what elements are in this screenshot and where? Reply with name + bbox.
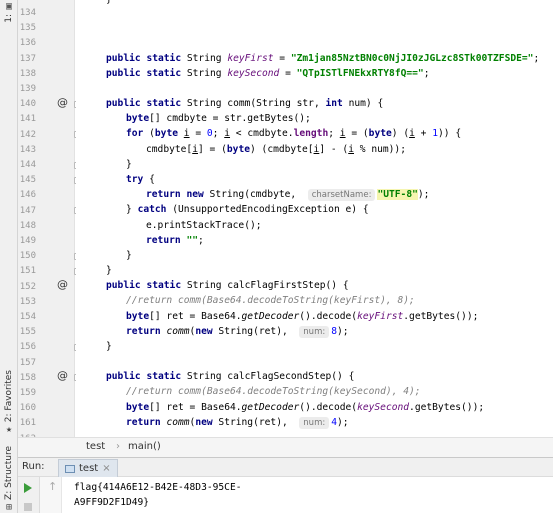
line-number: 152	[19, 281, 36, 292]
line-number: 150	[19, 251, 36, 262]
param-hint: num:	[299, 417, 330, 429]
breadcrumb-separator: ›	[116, 441, 120, 452]
line-number: 158	[19, 372, 36, 383]
code-line-151: }	[106, 265, 112, 276]
line-number: 145	[19, 175, 36, 186]
run-tool-window-header: Run: test ×	[18, 457, 553, 477]
code-line-141: byte[] cmdbyte = str.getBytes();	[126, 113, 311, 124]
structure-tool-tab[interactable]: Z: Structure ⊞	[0, 446, 18, 513]
line-number: 161	[19, 418, 36, 429]
line-number: 159	[19, 388, 36, 398]
line-number: 138	[19, 68, 36, 79]
code-line-150: }	[126, 250, 132, 261]
line-number: 149	[19, 236, 36, 246]
star-icon: ★	[5, 424, 13, 436]
code-line-155: return comm(new String(ret), num: 8);	[126, 326, 349, 338]
code-line-143: cmdbyte[i] = (byte) (cmdbyte[i] - (i % n…	[146, 144, 406, 155]
line-number: 147	[19, 205, 36, 216]
console-line: A9FF9D2F1D49}	[74, 497, 150, 508]
line-number: 143	[19, 144, 36, 155]
breadcrumb-method[interactable]: main()	[128, 441, 161, 452]
code-line-156: }	[106, 341, 112, 352]
code-line-133: }	[106, 0, 112, 7]
code-line-145: try {	[126, 174, 155, 185]
run-label: Run:	[22, 461, 45, 472]
line-number: 139	[19, 84, 36, 94]
line-number: 141	[19, 114, 36, 125]
structure-icon: ⊞	[5, 501, 13, 513]
code-line-161: return comm(new String(ret), num: 4);	[126, 417, 349, 429]
run-tab-label: test	[79, 463, 99, 474]
run-config-icon	[65, 464, 75, 473]
code-line-140: public static String comm(String str, in…	[106, 98, 384, 109]
line-number: 157	[19, 357, 36, 368]
code-line-137: public static String keyFirst = "Zm1jan8…	[106, 53, 540, 64]
structure-tab-label: Z: Structure	[4, 446, 14, 500]
code-editor[interactable]: } public static String keyFirst = "Zm1ja…	[76, 0, 553, 437]
code-line-142: for (byte i = 0; i < cmdbyte.length; i =…	[126, 128, 462, 139]
line-number: 156	[19, 342, 36, 353]
breadcrumb: test › main()	[18, 437, 553, 457]
code-line-138: public static String keySecond = "QTpIST…	[106, 68, 430, 79]
console-line: flag{414A6E12-B42E-48D3-95CE-	[74, 482, 242, 493]
code-line-154: byte[] ret = Base64.getDecoder().decode(…	[126, 311, 479, 322]
project-tool-tab[interactable]: ▣ 1:	[0, 2, 18, 23]
line-number: 144	[19, 160, 36, 170]
code-line-152: public static String calcFlagFirstStep()…	[106, 280, 349, 291]
override-annotation-icon[interactable]: @	[57, 369, 68, 382]
scroll-up-icon[interactable]: ↑	[48, 480, 57, 493]
line-number: 134	[19, 8, 36, 18]
line-number: 137	[19, 53, 36, 64]
project-icon: ▣	[5, 1, 13, 12]
line-number: 154	[19, 312, 36, 322]
code-line-160: byte[] ret = Base64.getDecoder().decode(…	[126, 402, 485, 413]
stop-icon[interactable]	[24, 503, 32, 511]
code-line-158: public static String calcFlagSecondStep(…	[106, 371, 355, 382]
code-line-149: return "";	[146, 235, 204, 246]
param-hint: charsetName:	[307, 189, 376, 201]
line-number: 151	[19, 266, 36, 277]
line-number: 148	[19, 220, 36, 231]
rerun-icon[interactable]	[24, 483, 32, 493]
code-line-159: //return comm(Base64.decodeToString(keyS…	[126, 386, 421, 397]
line-number: 142	[19, 129, 36, 140]
breadcrumb-class[interactable]: test	[86, 441, 105, 452]
console-output[interactable]: flag{414A6E12-B42E-48D3-95CE- A9FF9D2F1D…	[62, 477, 553, 513]
line-number: 135	[19, 23, 36, 34]
run-config-tab[interactable]: test ×	[58, 459, 118, 477]
line-number: 160	[19, 403, 36, 414]
override-annotation-icon[interactable]: @	[57, 96, 68, 109]
line-number: 140	[19, 99, 36, 110]
run-toolbar	[18, 477, 40, 513]
left-tool-strip: ▣ 1: 2: Favorites ★ Z: Structure ⊞	[0, 0, 18, 513]
line-number: 146	[19, 190, 36, 201]
override-annotation-icon[interactable]: @	[57, 278, 68, 291]
line-number: 136	[19, 38, 36, 49]
param-hint: num:	[299, 326, 330, 338]
code-line-146: return new String(cmdbyte, charsetName: "…	[146, 189, 430, 201]
favorites-tab-label: 2: Favorites	[4, 370, 14, 423]
code-line-148: e.printStackTrace();	[146, 220, 262, 231]
line-number: 153	[19, 296, 36, 307]
code-line-144: }	[126, 159, 132, 170]
code-line-153: //return comm(Base64.decodeToString(keyF…	[126, 295, 415, 306]
favorites-tool-tab[interactable]: 2: Favorites ★	[0, 370, 18, 437]
line-number: 155	[19, 327, 36, 338]
code-line-147: } catch (UnsupportedEncodingException e)…	[126, 204, 369, 215]
project-tab-label: 1:	[4, 14, 14, 23]
close-icon[interactable]: ×	[102, 463, 110, 474]
